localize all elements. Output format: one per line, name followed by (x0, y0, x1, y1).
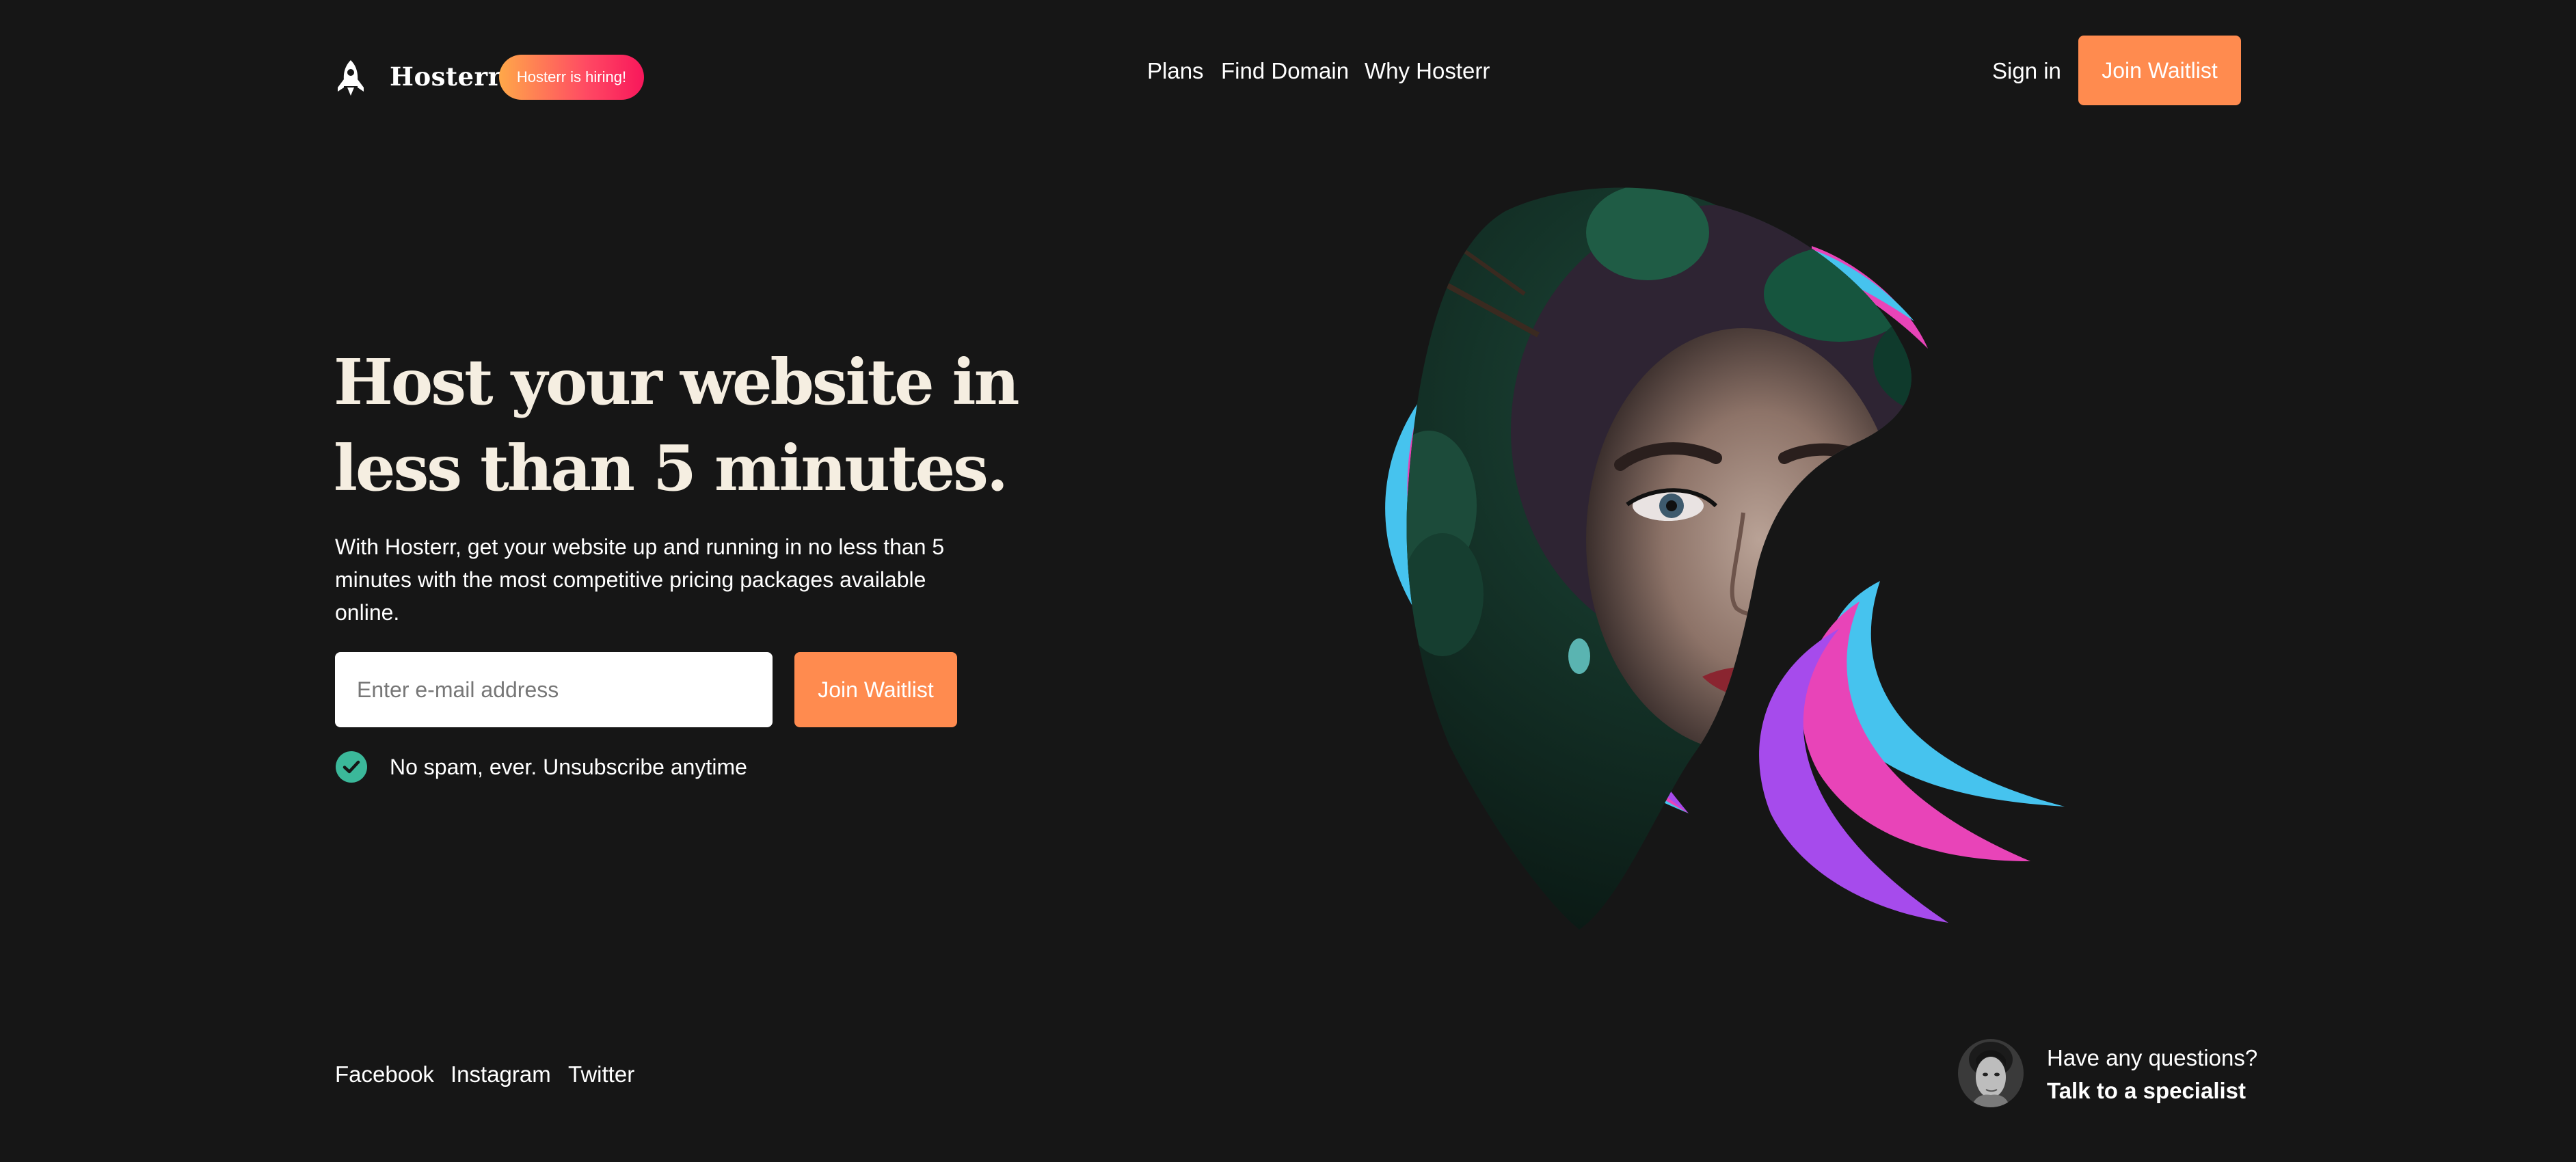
rocket-icon[interactable] (335, 59, 366, 97)
facebook-link[interactable]: Facebook (335, 1058, 434, 1091)
instagram-link[interactable]: Instagram (451, 1058, 551, 1091)
portrait-blob-image (1385, 187, 2065, 930)
email-input[interactable] (335, 652, 773, 727)
nav-why-hosterr[interactable]: Why Hosterr (1365, 55, 1490, 87)
hero-join-waitlist-button[interactable]: Join Waitlist (794, 652, 957, 727)
brand-name[interactable]: Hosterr (390, 57, 502, 96)
hiring-badge[interactable]: Hosterr is hiring! (499, 55, 644, 100)
no-spam-note: No spam, ever. Unsubscribe anytime (390, 755, 747, 779)
check-circle-icon (336, 751, 367, 783)
header-join-waitlist-button[interactable]: Join Waitlist (2078, 36, 2241, 105)
talk-to-specialist-link[interactable]: Talk to a specialist (2047, 1075, 2246, 1107)
nav-plans[interactable]: Plans (1147, 55, 1204, 87)
hero-subtitle: With Hosterr, get your website up and ru… (335, 535, 945, 625)
specialist-avatar[interactable] (1958, 1039, 2024, 1107)
hero-title: Host your website in less than 5 minutes… (334, 345, 1020, 505)
sign-in-link[interactable]: Sign in (1992, 55, 2061, 87)
nav-find-domain[interactable]: Find Domain (1221, 55, 1349, 87)
questions-text: Have any questions? (2047, 1045, 2258, 1070)
twitter-link[interactable]: Twitter (568, 1058, 634, 1091)
